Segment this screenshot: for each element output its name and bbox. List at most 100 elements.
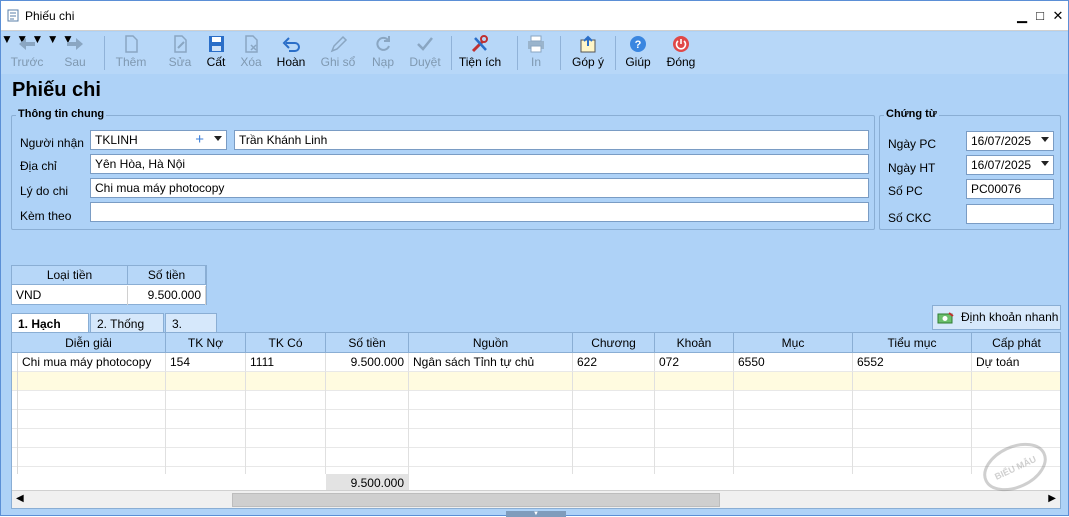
tab-tax[interactable]: 3. Thuế — [165, 313, 217, 345]
chevron-down-icon[interactable] — [1041, 161, 1049, 166]
attach-label: Kèm theo — [20, 209, 72, 223]
undo-button[interactable]: Hoàn — [272, 34, 310, 72]
voucher-group: Chứng từ Ngày PC 16/07/2025 Ngày HT 16/0… — [879, 108, 1061, 230]
date-pc-label: Ngày PC — [888, 137, 937, 151]
printer-icon — [528, 35, 544, 53]
scroll-left-icon[interactable]: ◀ — [16, 493, 24, 504]
date-pc-picker[interactable]: 16/07/2025 — [966, 131, 1054, 151]
undo-icon — [282, 37, 300, 52]
recipient-label: Người nhận — [20, 136, 84, 150]
delete-button[interactable]: Xóa — [234, 34, 268, 72]
table-cell[interactable]: 9.500.000 — [326, 353, 409, 372]
tab-statistics[interactable]: 2. Thống kê — [90, 313, 164, 345]
help-button[interactable]: ? Giúp — [622, 34, 654, 72]
window: Phiếu chi ▁ □ ✕ Trước ▼ Sau ▼ Thêm ▼ Sửa… — [0, 0, 1069, 517]
app-icon — [7, 9, 19, 22]
splitter-handle[interactable]: ▼ — [506, 511, 566, 517]
column-header[interactable]: Mục — [734, 333, 853, 353]
reason-label: Lý do chi — [20, 184, 69, 198]
plus-icon[interactable]: + — [195, 131, 204, 148]
address-label: Địa chỉ — [20, 159, 57, 173]
currency-amount-header: Số tiền — [128, 266, 206, 285]
address-field[interactable]: Yên Hòa, Hà Nội — [90, 154, 869, 174]
toolbar: Trước ▼ Sau ▼ Thêm ▼ Sửa Cất Xóa Hoàn Gh… — [1, 32, 1068, 74]
close-button[interactable]: Đóng — [663, 34, 699, 72]
column-header[interactable]: Nguồn — [409, 333, 573, 353]
general-info-group: Thông tin chung Người nhận TKLINH + Trần… — [11, 108, 875, 230]
date-ht-label: Ngày HT — [888, 161, 936, 175]
checkmark-icon — [417, 37, 433, 51]
power-icon — [673, 36, 689, 52]
ckc-label: Số CKC — [888, 211, 932, 225]
column-header[interactable]: TK Nợ — [166, 333, 246, 353]
save-button[interactable]: Cất — [200, 34, 232, 72]
quick-entry-button[interactable]: Định khoản nhanh — [932, 305, 1061, 330]
recipient-code-value: TKLINH — [95, 133, 138, 147]
tools-icon — [471, 35, 488, 53]
tab-accounting[interactable]: 1. Hạch toán — [11, 313, 89, 345]
post-button[interactable]: Ghi sổ — [317, 34, 359, 72]
column-header[interactable]: Tiểu mục — [853, 333, 972, 353]
column-header[interactable]: TK Có — [246, 333, 326, 353]
feedback-icon — [580, 35, 596, 53]
table-cell[interactable]: 6550 — [734, 353, 853, 372]
next-button[interactable]: Sau — [57, 34, 93, 72]
group-title: Thông tin chung — [16, 108, 107, 120]
table-cell[interactable]: 154 — [166, 353, 246, 372]
number-label: Số PC — [888, 184, 923, 198]
column-header[interactable]: Diễn giải — [12, 333, 166, 353]
currency-table: Loại tiền Số tiền VND 9.500.000 — [11, 265, 207, 305]
arrow-left-icon — [19, 38, 35, 50]
currency-type-header: Loại tiền — [12, 266, 128, 285]
utility-button[interactable]: Tiện ích — [456, 34, 504, 72]
table-cell[interactable]: 072 — [655, 353, 734, 372]
group-title: Chứng từ — [884, 108, 939, 120]
approve-button[interactable]: Duyệt — [405, 34, 445, 72]
column-header[interactable]: Chương — [573, 333, 655, 353]
recipient-code-select[interactable]: TKLINH + — [90, 130, 227, 150]
quick-entry-label: Định khoản nhanh — [961, 310, 1059, 324]
prev-button[interactable]: Trước — [9, 34, 45, 72]
chevron-down-icon[interactable] — [214, 136, 222, 141]
window-title: Phiếu chi — [25, 9, 75, 23]
edit-icon — [174, 35, 187, 53]
ckc-field[interactable] — [966, 204, 1054, 224]
column-header[interactable]: Khoản — [655, 333, 734, 353]
pen-icon — [330, 35, 348, 53]
table-cell[interactable]: 6552 — [853, 353, 972, 372]
column-header[interactable]: Số tiền — [326, 333, 409, 353]
reason-field[interactable]: Chi mua máy photocopy — [90, 178, 869, 198]
attach-field[interactable] — [90, 202, 869, 222]
scrollbar-thumb[interactable] — [232, 493, 720, 507]
currency-type-cell[interactable]: VND — [12, 286, 128, 305]
feedback-button[interactable]: Góp ý — [568, 34, 608, 72]
scroll-right-icon[interactable]: ▶ — [1048, 493, 1056, 504]
column-header[interactable]: Cấp phát — [972, 333, 1060, 353]
arrow-right-icon — [67, 38, 83, 50]
edit-button[interactable]: Sửa — [163, 34, 197, 72]
date-pc-value: 16/07/2025 — [971, 134, 1032, 148]
date-ht-picker[interactable]: 16/07/2025 — [966, 155, 1054, 175]
recipient-name-field[interactable]: Trần Khánh Linh — [234, 130, 869, 150]
column-lines — [12, 372, 1060, 474]
window-close-button[interactable]: ✕ — [1047, 7, 1069, 25]
print-button[interactable]: In — [523, 34, 549, 72]
table-cell[interactable]: Ngân sách Tỉnh tự chủ — [409, 353, 573, 372]
table-cell[interactable]: 622 — [573, 353, 655, 372]
voucher-number-field[interactable]: PC00076 — [966, 179, 1054, 199]
currency-amount-cell[interactable]: 9.500.000 — [128, 286, 206, 305]
reload-button[interactable]: Nạp — [365, 34, 401, 72]
table-cell[interactable]: 1111 — [246, 353, 326, 372]
page-title: Phiếu chi — [12, 79, 101, 101]
watermark-stamp: BIỂU MẪU — [983, 442, 1047, 492]
svg-text:?: ? — [635, 39, 642, 51]
help-icon: ? — [630, 36, 646, 52]
horizontal-scrollbar[interactable]: ◀ ▶ — [12, 490, 1060, 508]
add-button[interactable]: Thêm — [113, 34, 149, 72]
chevron-down-icon[interactable] — [1041, 137, 1049, 142]
date-ht-value: 16/07/2025 — [971, 158, 1032, 172]
table-cell[interactable]: Dự toán — [972, 353, 1060, 372]
table-cell[interactable]: Chi mua máy photocopy — [12, 353, 166, 372]
delete-document-icon — [245, 35, 258, 53]
new-document-icon — [125, 35, 138, 53]
